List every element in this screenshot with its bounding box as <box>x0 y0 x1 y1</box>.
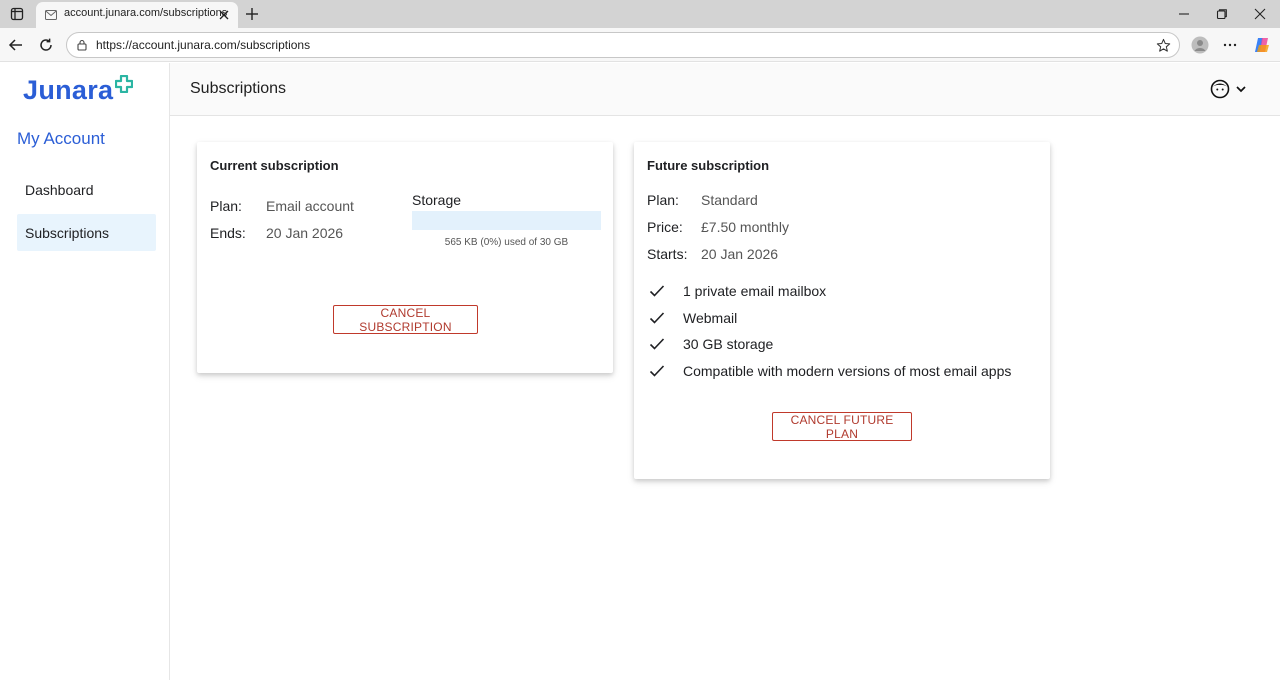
feature-text: 30 GB storage <box>683 336 774 352</box>
feature-item: 30 GB storage <box>648 334 773 354</box>
plan-value: Email account <box>266 198 354 214</box>
storage-progress-bar <box>412 211 601 230</box>
user-menu[interactable] <box>1210 79 1248 99</box>
feature-item: Compatible with modern versions of most … <box>648 361 1011 381</box>
logo-cross-icon <box>115 75 134 93</box>
tab-title: account.junara.com/subscriptions <box>64 7 228 19</box>
mail-icon <box>44 8 58 22</box>
page: Junara My Account Dashboard Subscription… <box>0 63 1280 680</box>
feature-item: 1 private email mailbox <box>648 281 826 301</box>
current-subscription-card: Current subscription Plan: Email account… <box>197 142 613 373</box>
cancel-subscription-button[interactable]: CANCEL SUBSCRIPTION <box>333 305 478 334</box>
url-text: https://account.junara.com/subscriptions <box>96 38 311 52</box>
browser-toolbar: https://account.junara.com/subscriptions <box>0 28 1280 62</box>
starts-value: 20 Jan 2026 <box>701 246 779 262</box>
check-icon <box>648 362 666 380</box>
ends-value: 20 Jan 2026 <box>266 225 344 241</box>
tab-actions-icon[interactable] <box>8 5 26 23</box>
price-label: Price: <box>647 219 683 235</box>
price-value: £7.50 monthly <box>701 219 789 235</box>
browser-tab[interactable]: account.junara.com/subscriptions <box>36 2 238 28</box>
storage-label: Storage <box>412 192 462 208</box>
page-header: Subscriptions <box>170 63 1280 116</box>
user-avatar-icon <box>1210 79 1230 99</box>
plan-value: Standard <box>701 192 758 208</box>
future-subscription-card: Future subscription Plan: Standard Price… <box>634 142 1050 479</box>
sidebar-item-subscriptions[interactable]: Subscriptions <box>17 214 156 251</box>
card-title: Future subscription <box>647 158 770 173</box>
feature-text: 1 private email mailbox <box>683 283 827 299</box>
restore-icon[interactable] <box>1208 4 1236 24</box>
my-account-heading: My Account <box>17 129 105 148</box>
check-icon <box>648 282 666 300</box>
plan-label: Plan: <box>647 192 679 208</box>
close-window-icon[interactable] <box>1246 4 1274 24</box>
favorite-star-icon[interactable] <box>1155 37 1171 53</box>
junara-logo[interactable]: Junara <box>23 75 134 109</box>
cancel-future-plan-button[interactable]: CANCEL FUTURE PLAN <box>772 412 912 441</box>
address-bar[interactable]: https://account.junara.com/subscriptions <box>66 32 1180 58</box>
feature-text: Webmail <box>683 310 738 326</box>
browser-tabstrip: account.junara.com/subscriptions <box>0 0 1280 28</box>
sidebar-item-dashboard[interactable]: Dashboard <box>17 171 156 208</box>
ends-label: Ends: <box>210 225 246 241</box>
site-info-icon[interactable] <box>75 38 89 52</box>
starts-label: Starts: <box>647 246 688 262</box>
card-title: Current subscription <box>210 158 339 173</box>
sidebar-item-label: Subscriptions <box>25 224 110 241</box>
profile-icon[interactable] <box>1190 35 1210 55</box>
storage-caption: 565 KB (0%) used of 30 GB <box>444 237 569 248</box>
sidebar-item-label: Dashboard <box>25 181 94 198</box>
check-icon <box>648 335 666 353</box>
copilot-icon[interactable] <box>1252 35 1272 55</box>
back-icon[interactable] <box>6 35 26 55</box>
sidebar: Junara My Account Dashboard Subscription… <box>0 63 170 680</box>
check-icon <box>648 309 666 327</box>
minimize-icon[interactable] <box>1170 4 1198 24</box>
plan-label: Plan: <box>210 198 242 214</box>
new-tab-icon[interactable] <box>242 4 262 24</box>
more-options-icon[interactable] <box>1220 35 1240 55</box>
feature-text: Compatible with modern versions of most … <box>683 363 1012 379</box>
reload-icon[interactable] <box>36 35 56 55</box>
page-title: Subscriptions <box>190 80 287 97</box>
feature-item: Webmail <box>648 308 737 328</box>
close-tab-icon[interactable] <box>216 7 232 23</box>
chevron-down-icon <box>1236 86 1246 93</box>
